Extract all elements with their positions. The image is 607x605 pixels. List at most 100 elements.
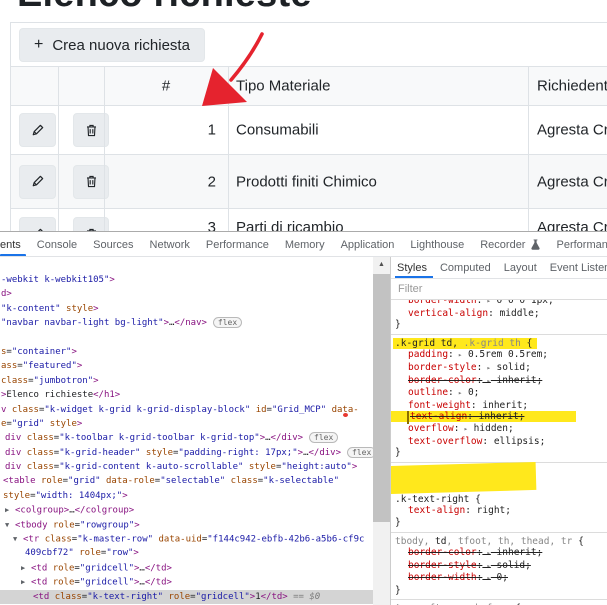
css-property[interactable]: border-width: ▸ 0;: [395, 572, 603, 585]
css-property[interactable]: border-style: ▸ solid;: [395, 362, 603, 375]
elements-tree-node[interactable]: "k-content" style>: [0, 302, 373, 316]
devtools-tab-performance[interactable]: Performance: [206, 233, 269, 256]
css-selector[interactable]: .k-grid td, .k-grid th {: [393, 337, 603, 350]
css-property[interactable]: outline: ▸ 0;: [395, 387, 603, 400]
css-selector[interactable]: .k-text-right {: [395, 494, 603, 506]
css-rule-block: .k-grid td, .k-grid th {padding: ▸ 0.5re…: [391, 335, 607, 463]
elements-tree-panel: -webkit k-webkit105"> d> "k-content" style…: [0, 257, 373, 605]
css-property[interactable]: border-color: ▸ inherit;: [395, 375, 603, 388]
column-header-num[interactable]: #: [104, 78, 228, 95]
css-property[interactable]: overflow: ▸ hidden;: [395, 423, 603, 436]
styles-tab-computed[interactable]: Computed: [440, 257, 491, 278]
elements-tree-node[interactable]: ▶ <td role="gridcell">…</td>: [0, 575, 373, 589]
tab-label: Memory: [284, 238, 325, 251]
devtools-tab-bar: ents Console Sources Network Performance Memo…: [0, 233, 607, 257]
table-row[interactable]: 3 Parti di ricambio Agresta Cri: [11, 209, 607, 231]
elements-tree-node[interactable]: ass="featured">: [0, 359, 373, 373]
expander-arrow-icon[interactable]: ▶: [21, 561, 31, 575]
elements-tree-node[interactable]: "navbar navbar-light bg-light">…</nav> fl…: [0, 316, 373, 330]
column-header-richiedente[interactable]: Richiedente: [537, 78, 607, 95]
devtools-tab-sources[interactable]: Sources: [93, 233, 133, 256]
plus-icon: +: [34, 36, 44, 53]
styles-sidebar: Styles Computed Layout Event Listene Filter…: [391, 257, 607, 605]
column-divider: [528, 67, 529, 231]
css-property[interactable]: text-align: inherit;: [391, 411, 603, 425]
elements-tree-node[interactable]: ▼ <tbody role="rowgroup">: [0, 518, 373, 532]
styles-tab-event-listene[interactable]: Event Listene: [550, 257, 607, 278]
elements-tree-node[interactable]: <table role="grid" data-role="selectable…: [0, 474, 373, 488]
css-property[interactable]: border-color: ▸ inherit;: [395, 547, 603, 560]
elements-tree-node[interactable]: v class="k-widget k-grid k-grid-display-…: [0, 403, 373, 417]
elements-tree-node[interactable]: div class="k-grid-content k-auto-scrolla…: [0, 460, 373, 474]
expander-arrow-icon[interactable]: ▼: [5, 518, 15, 532]
css-property[interactable]: padding: ▸ 0.5rem 0.5rem;: [395, 349, 603, 362]
elements-tree-node[interactable]: div class="k-toolbar k-grid-toolbar k-gr…: [0, 431, 373, 445]
elements-tree-node[interactable]: -webkit k-webkit105">: [0, 273, 373, 287]
elements-tree-node[interactable]: class="jumbotron">: [0, 374, 373, 388]
css-property[interactable]: font-weight: inherit;: [395, 400, 603, 412]
elements-scrollbar[interactable]: ▲: [373, 257, 390, 605]
devtools-tab-application[interactable]: Application: [341, 233, 395, 256]
styles-tab-styles[interactable]: Styles: [395, 257, 433, 278]
devtools-tab-recorder[interactable]: Recorder: [480, 233, 541, 256]
styles-tab-layout[interactable]: Layout: [504, 257, 537, 278]
scroll-up-button[interactable]: ▲: [373, 257, 390, 272]
tab-label: Console: [36, 238, 78, 251]
cell-richiedente: Agresta Cri: [537, 173, 607, 190]
devtools-tab-network[interactable]: Network: [150, 233, 190, 256]
elements-tree-node[interactable]: [0, 331, 373, 345]
elements-tree-node[interactable]: ▼ <tr class="k-master-row" data-uid="f144…: [0, 532, 373, 546]
elements-selected-node[interactable]: <td class="k-text-right" role="gridcell"…: [0, 589, 373, 604]
devtools-tab-lighthouse[interactable]: Lighthouse: [410, 233, 464, 256]
requests-grid: + Crea nuova richiesta # Tipo Materiale …: [10, 22, 607, 231]
edit-button[interactable]: [19, 217, 56, 231]
cell-tipo: Consumabili: [236, 121, 319, 139]
column-divider: [104, 67, 105, 231]
expander-arrow-icon[interactable]: ▶: [5, 503, 15, 517]
elements-tree-node[interactable]: d>: [0, 287, 373, 301]
css-selector[interactable]: tbody, td, tfoot, th, thead, tr {: [395, 536, 603, 548]
scrollbar-thumb[interactable]: [373, 274, 390, 522]
devtools-tab-ents[interactable]: ents: [0, 233, 26, 256]
elements-tree-node[interactable]: e="grid" style>: [0, 417, 373, 431]
elements-tree-node[interactable]: ▶ <td role="gridcell">…</td>: [0, 561, 373, 575]
css-property[interactable]: text-overflow: ellipsis;: [395, 436, 603, 448]
css-close-brace: }: [395, 319, 401, 331]
css-property[interactable]: text-align: right;: [395, 505, 603, 517]
tab-label: Recorder: [480, 238, 526, 251]
tab-label: ents: [0, 238, 21, 251]
page-title: Elenco richieste: [17, 0, 437, 10]
table-row[interactable]: 2 Prodotti finiti Chimico Agresta Cri: [11, 155, 607, 209]
devtools-tab-performanc[interactable]: Performanc: [556, 233, 607, 256]
table-row[interactable]: 1 Consumabili Agresta Cri: [11, 106, 607, 155]
create-request-button[interactable]: + Crea nuova richiesta: [19, 28, 205, 62]
elements-tree-node[interactable]: 409cbf72" role="row">: [0, 546, 373, 560]
tab-label: Performanc: [556, 238, 607, 251]
css-property[interactable]: vertical-align: middle;: [395, 308, 603, 320]
styles-tab-bar: Styles Computed Layout Event Listene: [391, 257, 607, 279]
elements-tree-node[interactable]: div class="k-grid-header" style="padding…: [0, 446, 373, 460]
devtools-tab-memory[interactable]: Memory: [284, 233, 325, 256]
devtools-tab-console[interactable]: Console: [36, 233, 78, 256]
expander-arrow-icon[interactable]: ▼: [13, 532, 23, 546]
elements-tree-node[interactable]: style="width: 1404px;">: [0, 489, 373, 503]
styles-filter-input[interactable]: Filter: [391, 279, 607, 300]
edit-button[interactable]: [19, 113, 56, 147]
elements-tree-node[interactable]: >Elenco richieste</h1>: [0, 388, 373, 402]
elements-tree-node[interactable]: s="container">: [0, 345, 373, 359]
create-request-label: Crea nuova richiesta: [52, 36, 190, 54]
expander-arrow-icon[interactable]: ▶: [21, 575, 31, 589]
edit-button[interactable]: [19, 164, 56, 199]
elements-tree-node[interactable]: ▶ <colgroup>…</colgroup>: [0, 503, 373, 517]
css-rules-list: border-width: ▸ 0 0 0 1px; vertical-align…: [391, 300, 607, 605]
css-rule-block: tbody, td, tfoot, th, thead, tr {border-…: [391, 533, 607, 601]
webpage: Elenco richieste + Crea nuova richiesta …: [0, 0, 607, 231]
css-property[interactable]: border-width: ▸ 0 0 0 1px;: [395, 300, 603, 308]
screen: Elenco richieste + Crea nuova richiesta …: [0, 0, 607, 605]
column-divider: [228, 67, 229, 231]
css-rule-block: border-width: ▸ 0 0 0 1px; vertical-align…: [391, 300, 607, 335]
column-header-tipo[interactable]: Tipo Materiale: [236, 78, 330, 95]
cell-num: 3: [207, 219, 216, 231]
cell-num: 2: [207, 173, 216, 190]
css-property[interactable]: border-style: ▸ solid;: [395, 560, 603, 573]
